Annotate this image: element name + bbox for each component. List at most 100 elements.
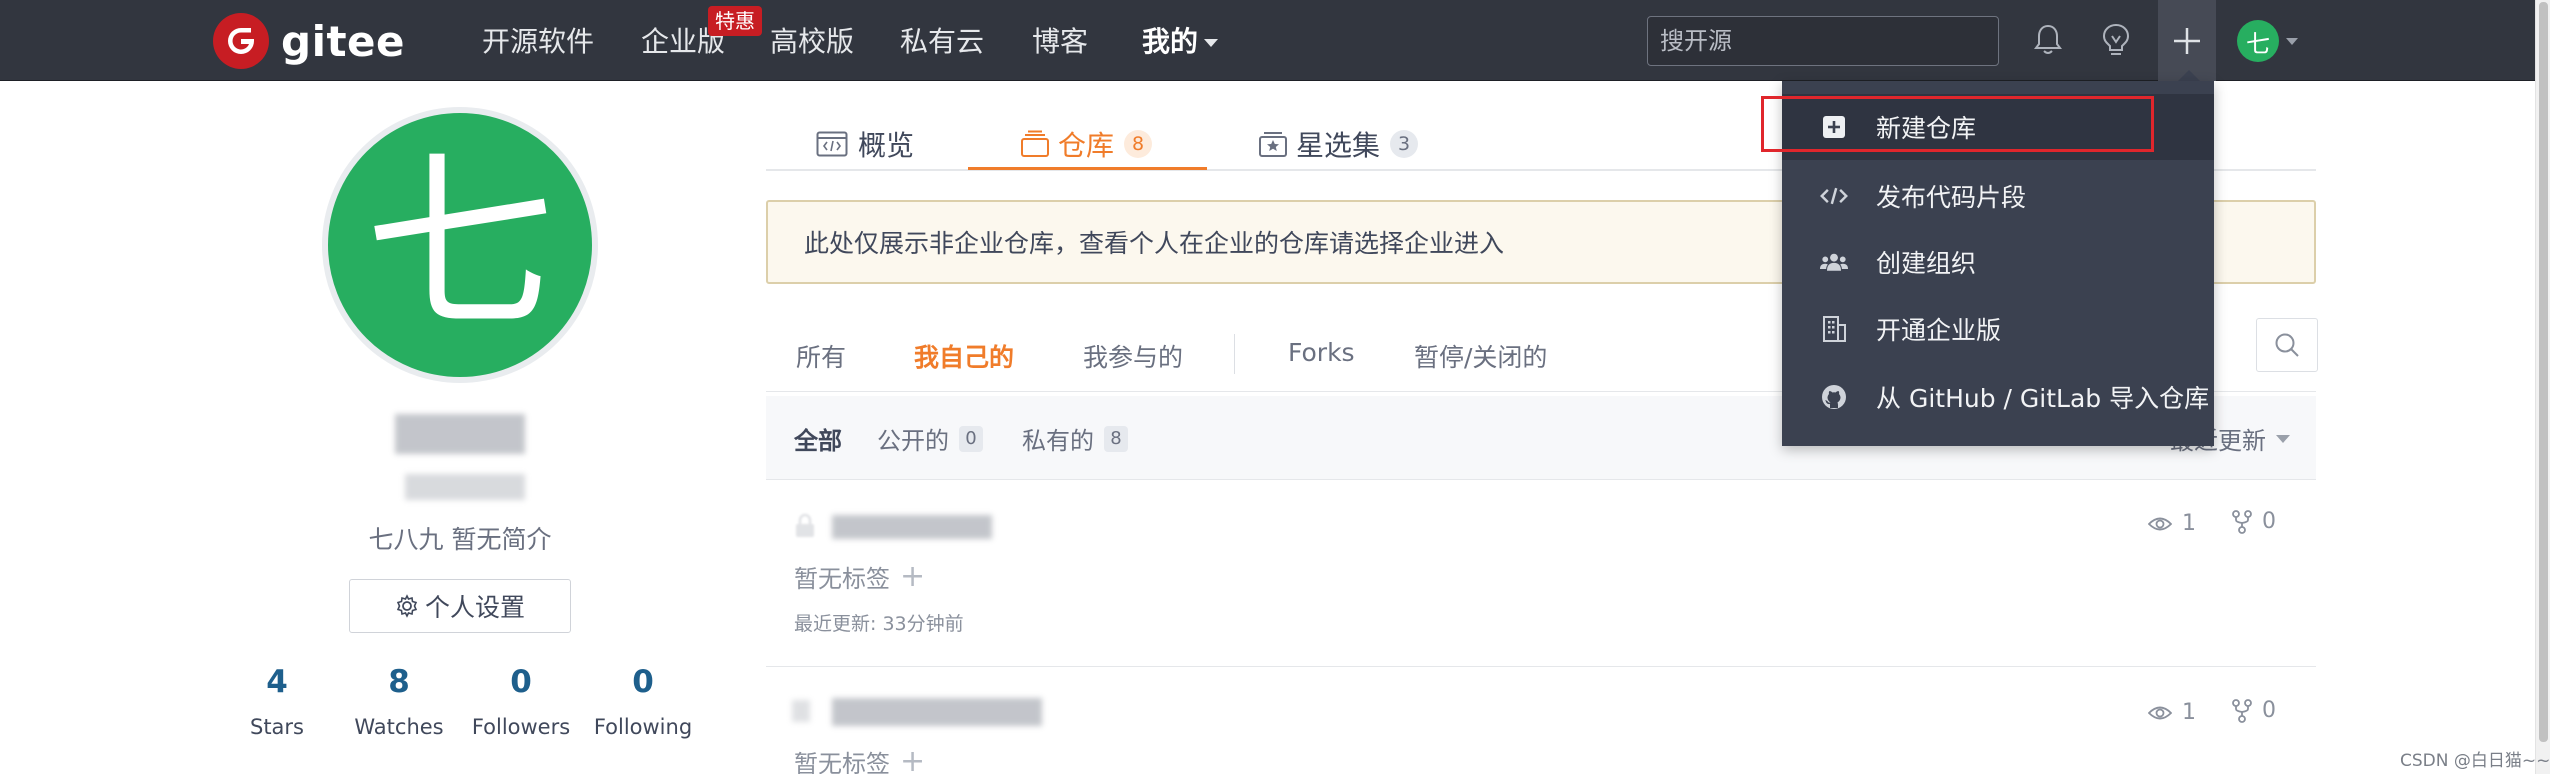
promo-badge: 特惠 <box>708 6 762 36</box>
menu-label: 创建组织 <box>1876 249 1977 278</box>
subfilter-all[interactable]: 全部 <box>794 421 842 456</box>
scrollbar-thumb[interactable] <box>2539 2 2548 742</box>
fork-value: 0 <box>2262 698 2276 723</box>
fork-value: 0 <box>2262 509 2276 534</box>
highlight-annotation-box <box>1761 96 2154 152</box>
stat-label: Stars <box>249 715 304 739</box>
top-navbar: gitee 开源软件 企业版 特惠 高校版 私有云 博客 我的 七 <box>0 0 2535 81</box>
subfilter-count: 8 <box>1104 425 1128 452</box>
add-tag-icon[interactable]: + <box>900 746 925 774</box>
filter-divider <box>1234 334 1235 374</box>
menu-label: 从 GitHub / GitLab 导入仓库 <box>1876 384 2210 413</box>
repo-list-item[interactable]: 暂无标签 + 1 0 <box>766 668 2316 774</box>
filter-participated[interactable]: 我参与的 <box>1083 338 1183 374</box>
avatar-chevron-down-icon[interactable] <box>2286 38 2298 45</box>
tab-repositories[interactable]: 仓库 8 <box>1020 119 1153 169</box>
repo-tags: 暂无标签 + <box>794 559 925 594</box>
add-tag-icon[interactable]: + <box>900 561 925 592</box>
tab-label: 概览 <box>858 129 915 162</box>
filter-paused-closed[interactable]: 暂停/关闭的 <box>1414 338 1547 374</box>
repo-name-blurred[interactable] <box>832 698 1042 726</box>
profile-username-blurred <box>405 474 525 500</box>
stat-value: 0 <box>632 664 654 700</box>
nav-blog[interactable]: 博客 <box>1032 22 1088 62</box>
user-avatar[interactable]: 七 <box>2237 20 2279 62</box>
tab-label: 仓库 <box>1058 129 1115 162</box>
code-window-icon <box>816 131 848 157</box>
repo-search-button[interactable] <box>2256 318 2318 372</box>
notice-text: 此处仅展示非企业仓库，查看个人在企业的仓库请选择企业进入 <box>804 229 1505 258</box>
repo-updated-time: 最近更新: 33分钟前 <box>794 613 964 635</box>
menu-label: 开通企业版 <box>1876 316 2002 345</box>
menu-enterprise-edition[interactable]: 开通企业版 <box>1782 296 2214 362</box>
repo-watch-count[interactable]: 1 <box>2148 700 2196 725</box>
stat-value: 4 <box>266 664 288 700</box>
repo-tag-text: 暂无标签 <box>794 565 890 593</box>
gitee-logo[interactable]: gitee <box>213 13 405 69</box>
subfilter-label: 私有的 <box>1022 427 1094 455</box>
chevron-down-icon <box>1204 39 1219 47</box>
stat-followers[interactable]: 0 Followers <box>461 660 581 744</box>
active-tab-underline <box>968 167 1207 170</box>
nav-mine-label: 我的 <box>1142 25 1199 58</box>
csdn-watermark: CSDN @白日猫~~ <box>2400 751 2550 771</box>
logo-wordmark: gitee <box>281 16 406 66</box>
dropdown-arrow <box>2178 70 2200 81</box>
filter-mine[interactable]: 我自己的 <box>914 338 1014 374</box>
page-scrollbar[interactable] <box>2535 0 2550 774</box>
code-icon <box>1820 182 1848 210</box>
tab-count-badge: 8 <box>1124 130 1153 158</box>
personal-settings-button[interactable]: 个人设置 <box>349 579 571 633</box>
repo-fork-count[interactable]: 0 <box>2232 509 2276 534</box>
stat-value: 0 <box>510 664 532 700</box>
menu-publish-snippet[interactable]: 发布代码片段 <box>1782 163 2214 229</box>
menu-import-repository[interactable]: 从 GitHub / GitLab 导入仓库 <box>1782 364 2214 430</box>
bell-icon[interactable] <box>2026 18 2070 62</box>
stat-stars[interactable]: 4 Stars <box>217 660 337 744</box>
repo-tags: 暂无标签 + <box>794 744 925 774</box>
search-input[interactable] <box>1647 16 1999 66</box>
stat-following[interactable]: 0 Following <box>583 660 703 744</box>
nav-private-cloud[interactable]: 私有云 <box>900 22 984 62</box>
eye-icon <box>2148 517 2172 530</box>
repo-fork-count[interactable]: 0 <box>2232 698 2276 723</box>
subfilter-public[interactable]: 公开的 0 <box>877 421 983 456</box>
tab-collections[interactable]: 星选集 3 <box>1258 119 1419 169</box>
building-icon <box>1820 315 1848 343</box>
subfilter-private[interactable]: 私有的 8 <box>1022 421 1128 456</box>
subfilter-label: 公开的 <box>877 427 949 455</box>
nav-university[interactable]: 高校版 <box>770 22 854 62</box>
gitee-logo-icon <box>213 13 269 69</box>
lightbulb-icon[interactable] <box>2094 18 2138 62</box>
repo-name-blurred[interactable] <box>832 515 992 539</box>
repo-tag-text: 暂无标签 <box>794 750 890 774</box>
watch-value: 1 <box>2182 700 2196 725</box>
profile-name-blurred <box>395 414 525 454</box>
menu-label: 发布代码片段 <box>1876 183 2027 212</box>
eye-icon <box>2148 706 2172 719</box>
settings-label: 个人设置 <box>424 594 525 622</box>
stat-value: 8 <box>388 664 410 700</box>
repo-watch-count[interactable]: 1 <box>2148 511 2196 536</box>
stat-watches[interactable]: 8 Watches <box>339 660 459 744</box>
nav-open-source[interactable]: 开源软件 <box>482 22 594 62</box>
profile-avatar: 七 <box>322 107 598 383</box>
subfilter-label: 全部 <box>794 427 842 455</box>
create-plus-button[interactable] <box>2158 0 2216 81</box>
fork-icon <box>2232 509 2252 534</box>
filter-forks[interactable]: Forks <box>1288 338 1355 367</box>
repo-stack-icon <box>1021 130 1049 157</box>
watch-value: 1 <box>2182 511 2196 536</box>
tab-overview[interactable]: 概览 <box>816 119 914 169</box>
chevron-down-icon <box>2276 434 2290 443</box>
search-icon <box>2275 333 2299 357</box>
plus-icon <box>2174 27 2200 54</box>
filter-all[interactable]: 所有 <box>796 338 846 374</box>
menu-create-organization[interactable]: 创建组织 <box>1782 229 2214 295</box>
repo-icon-blurred <box>792 700 810 722</box>
gear-icon <box>396 594 418 618</box>
tab-count-badge: 3 <box>1390 130 1419 158</box>
repo-list-item[interactable]: 暂无标签 + 最近更新: 33分钟前 1 0 <box>766 481 2316 667</box>
star-collection-icon <box>1259 132 1287 157</box>
nav-mine[interactable]: 我的 <box>1142 22 1219 62</box>
